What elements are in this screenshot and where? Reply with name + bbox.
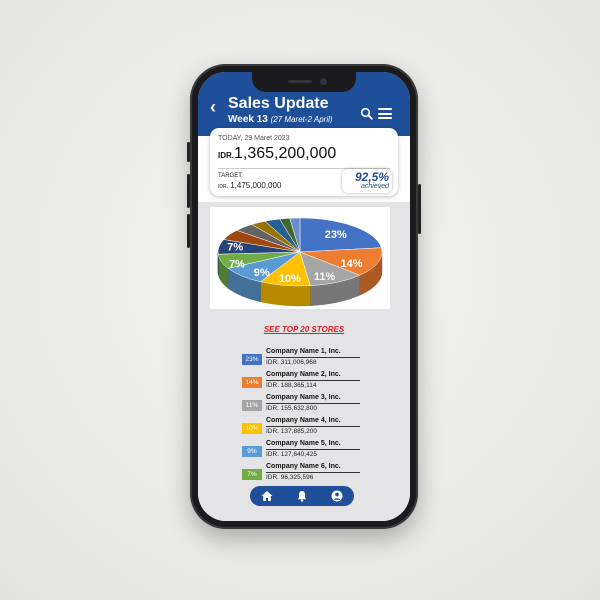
- app-screen: ‹ Sales Update Week 13 (27 Maret-2 April…: [198, 72, 410, 521]
- store-underline: [266, 449, 360, 450]
- pie-slice-label: 14%: [340, 258, 362, 270]
- target-amount: 1,475,000,000: [230, 181, 282, 190]
- date-range: (27 Maret-2 April): [270, 115, 333, 124]
- target-value: IDR. 1,475,000,000: [218, 181, 281, 190]
- pie-chart: 23% 14% 11% 10% 9% 7% 7%: [217, 217, 383, 307]
- hamburger-menu-icon[interactable]: [378, 108, 392, 119]
- volume-down-button: [187, 214, 190, 248]
- store-percent-badge: 14%: [242, 377, 262, 388]
- store-sales-value: IDR. 96,325,596: [266, 474, 314, 481]
- volume-up-button: [187, 174, 190, 208]
- pie-slice-label: 23%: [325, 229, 347, 241]
- store-underline: [266, 357, 360, 358]
- currency-label: IDR.: [218, 151, 234, 160]
- store-list: 23% Company Name 1, Inc. IDR. 311,006,968 1…: [242, 348, 392, 486]
- store-list-item[interactable]: 7% Company Name 6, Inc. IDR. 96,325,596: [242, 463, 392, 486]
- store-sales-value: IDR. 155,632,800: [266, 405, 317, 412]
- store-percent-badge: 11%: [242, 400, 262, 411]
- store-sales-value: IDR. 137,885,200: [266, 428, 317, 435]
- store-underline: [266, 472, 360, 473]
- today-date: TODAY, 29 Maret 2023: [218, 135, 290, 142]
- pie-slice-label: 11%: [314, 271, 336, 283]
- achievement-badge: 92,5% achieved: [342, 169, 392, 193]
- store-name: Company Name 1, Inc.: [266, 348, 341, 355]
- achieved-label: achieved: [360, 183, 389, 190]
- notch: [252, 72, 356, 92]
- store-sales-value: IDR. 188,365,114: [266, 382, 317, 389]
- pie-slice-label: 7%: [227, 242, 243, 254]
- store-sales-value: IDR. 127,640,425: [266, 451, 317, 458]
- achievement-percent: 92,5%: [354, 170, 389, 184]
- store-percent-badge: 7%: [242, 469, 262, 480]
- target-label: TARGET:: [218, 173, 243, 179]
- page-title: Sales Update: [228, 95, 329, 112]
- pie-slice-label: 9%: [254, 267, 270, 279]
- pie-chart-panel: 23% 14% 11% 10% 9% 7% 7%: [210, 207, 390, 309]
- target-currency: IDR.: [218, 184, 228, 190]
- week-number: Week 13: [228, 114, 268, 125]
- store-list-item[interactable]: 10% Company Name 4, Inc. IDR. 137,885,200: [242, 417, 392, 440]
- sales-summary-card: TODAY, 29 Maret 2023 IDR.1,365,200,000 T…: [210, 128, 398, 196]
- store-name: Company Name 2, Inc.: [266, 371, 341, 378]
- search-icon[interactable]: [360, 107, 373, 120]
- home-icon[interactable]: [260, 489, 274, 503]
- store-underline: [266, 426, 360, 427]
- pie-slice-label: 7%: [229, 259, 245, 271]
- mute-switch: [187, 142, 190, 162]
- chevron-left-icon[interactable]: ‹: [210, 98, 216, 116]
- store-percent-badge: 23%: [242, 354, 262, 365]
- store-name: Company Name 6, Inc.: [266, 463, 341, 470]
- store-name: Company Name 4, Inc.: [266, 417, 341, 424]
- see-top-stores-link[interactable]: SEE TOP 20 STORES: [198, 325, 410, 334]
- store-list-item[interactable]: 11% Company Name 3, Inc. IDR. 155,632,800: [242, 394, 392, 417]
- store-underline: [266, 403, 360, 404]
- store-list-item[interactable]: 14% Company Name 2, Inc. IDR. 188,365,114: [242, 371, 392, 394]
- pie-slice-label: 10%: [279, 273, 301, 285]
- week-label: Week 13 (27 Maret-2 April): [228, 114, 333, 125]
- store-percent-badge: 10%: [242, 423, 262, 434]
- store-percent-badge: 9%: [242, 446, 262, 457]
- store-sales-value: IDR. 311,006,968: [266, 359, 317, 366]
- sales-amount-value: 1,365,200,000: [234, 145, 337, 162]
- power-button: [418, 184, 421, 234]
- bell-icon[interactable]: [295, 489, 309, 503]
- store-name: Company Name 3, Inc.: [266, 394, 341, 401]
- app-header: ‹ Sales Update Week 13 (27 Maret-2 April…: [198, 72, 410, 136]
- sales-amount: IDR.1,365,200,000: [218, 145, 336, 163]
- store-list-item[interactable]: 9% Company Name 5, Inc. IDR. 127,640,425: [242, 440, 392, 463]
- bottom-nav: [250, 486, 354, 506]
- store-list-item[interactable]: 23% Company Name 1, Inc. IDR. 311,006,968: [242, 348, 392, 371]
- user-icon[interactable]: [330, 489, 344, 503]
- store-name: Company Name 5, Inc.: [266, 440, 341, 447]
- store-underline: [266, 380, 360, 381]
